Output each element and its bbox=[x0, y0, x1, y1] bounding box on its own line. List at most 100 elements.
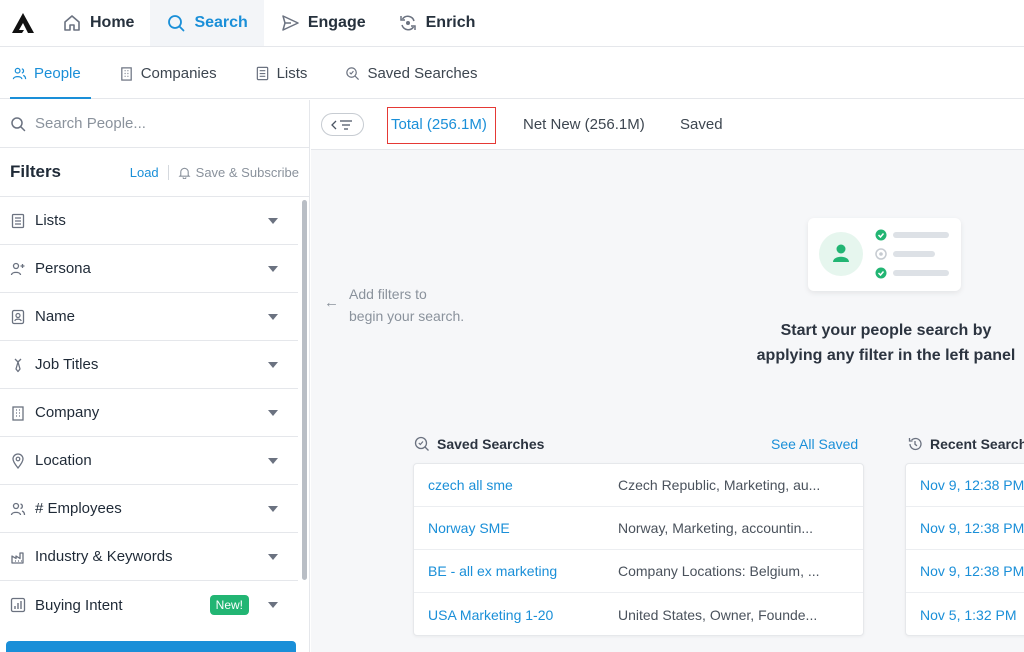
filter-lists[interactable]: Lists bbox=[0, 197, 298, 245]
list-icon bbox=[11, 213, 25, 228]
saved-search-name[interactable]: czech all sme bbox=[414, 477, 618, 493]
building-icon bbox=[120, 66, 132, 81]
prompt-line-1: Start your people search by bbox=[780, 322, 992, 339]
main-content: Total (256.1M) Net New (256.1M) Saved ← … bbox=[311, 100, 1024, 652]
save-subscribe-label: Save & Subscribe bbox=[195, 164, 299, 180]
hint-line-2: begin your search. bbox=[349, 308, 465, 324]
bar-chart-icon bbox=[10, 597, 26, 613]
recent-search-row[interactable]: Nov 9, 12:38 PM bbox=[906, 550, 1024, 593]
filter-industry-keywords-label: Industry & Keywords bbox=[35, 548, 173, 565]
search-icon bbox=[11, 116, 26, 131]
saved-search-check-icon bbox=[414, 436, 429, 451]
empty-state-illustration bbox=[808, 218, 961, 291]
list-icon bbox=[256, 66, 268, 80]
tab-net-new[interactable]: Net New (256.1M) bbox=[523, 116, 645, 133]
filter-lists-label: Lists bbox=[35, 212, 66, 229]
saved-searches-title: Saved Searches bbox=[437, 436, 545, 452]
recent-search-date[interactable]: Nov 5, 1:32 PM bbox=[906, 607, 1017, 623]
tab-saved-searches[interactable]: Saved Searches bbox=[343, 48, 495, 98]
recent-search-date[interactable]: Nov 9, 12:38 PM bbox=[906, 477, 1024, 493]
sub-navigation: People Companies Lists Saved Searches bbox=[0, 48, 1024, 99]
save-subscribe-button[interactable]: Save & Subscribe bbox=[178, 165, 299, 180]
top-navigation: Home Search Engage Enrich bbox=[0, 0, 1024, 47]
factory-icon bbox=[11, 551, 24, 564]
add-filters-hint: ← Add filters to begin your search. bbox=[324, 283, 464, 327]
filters-header: Filters Load Save & Subscribe bbox=[0, 148, 309, 197]
search-icon bbox=[168, 15, 185, 32]
nav-engage-label: Engage bbox=[307, 14, 366, 31]
saved-search-row[interactable]: BE - all ex marketing Company Locations:… bbox=[414, 550, 863, 593]
nav-engage[interactable]: Engage bbox=[264, 0, 382, 46]
tab-saved[interactable]: Saved bbox=[680, 116, 723, 133]
filter-name[interactable]: Name bbox=[0, 293, 298, 341]
filter-company[interactable]: Company bbox=[0, 389, 298, 437]
bell-icon bbox=[178, 167, 191, 179]
saved-search-name[interactable]: Norway SME bbox=[414, 520, 618, 536]
people-icon bbox=[12, 67, 27, 79]
saved-search-desc: Czech Republic, Marketing, au... bbox=[618, 477, 821, 493]
recent-search-date[interactable]: Nov 9, 12:38 PM bbox=[906, 563, 1024, 579]
nav-search-label: Search bbox=[194, 14, 248, 31]
checklist-illustration-icon bbox=[819, 229, 949, 279]
chevron-down-icon bbox=[268, 313, 278, 320]
load-button[interactable]: Load bbox=[130, 164, 169, 180]
filter-panel-scrollbar[interactable] bbox=[302, 200, 307, 580]
filter-buying-intent-label: Buying Intent bbox=[35, 596, 123, 614]
tab-companies[interactable]: Companies bbox=[117, 48, 235, 98]
filter-job-titles[interactable]: Job Titles bbox=[0, 341, 298, 389]
id-card-icon bbox=[11, 309, 25, 324]
tab-people[interactable]: People bbox=[10, 48, 99, 99]
refresh-icon bbox=[399, 15, 416, 31]
nav-home-label: Home bbox=[90, 14, 135, 31]
saved-search-icon bbox=[346, 66, 360, 80]
home-icon bbox=[64, 15, 80, 31]
see-all-saved-link[interactable]: See All Saved bbox=[771, 436, 858, 452]
saved-search-name[interactable]: BE - all ex marketing bbox=[414, 563, 618, 579]
saved-search-row[interactable]: USA Marketing 1-20 United States, Owner,… bbox=[414, 593, 863, 635]
apollo-logo-icon[interactable] bbox=[0, 0, 46, 46]
recent-searches-card: Nov 9, 12:38 PM Nov 9, 12:38 PM Nov 9, 1… bbox=[905, 463, 1024, 636]
filter-persona[interactable]: Persona bbox=[0, 245, 298, 293]
filter-location-label: Location bbox=[35, 452, 92, 469]
nav-home[interactable]: Home bbox=[46, 0, 150, 46]
tab-total[interactable]: Total (256.1M) bbox=[391, 116, 487, 133]
filter-persona-label: Persona bbox=[35, 260, 91, 277]
recent-searches-heading: Recent Searches bbox=[907, 436, 1024, 452]
hint-line-1: Add filters to bbox=[349, 286, 427, 302]
filter-employees-label: # Employees bbox=[35, 500, 122, 517]
tab-lists[interactable]: Lists bbox=[253, 48, 326, 98]
empty-state-prompt: Start your people search by applying any… bbox=[736, 318, 1024, 368]
tab-saved-searches-label: Saved Searches bbox=[367, 64, 478, 82]
collapse-filters-button[interactable] bbox=[321, 113, 364, 136]
arrow-left-icon: ← bbox=[324, 294, 339, 311]
people-icon bbox=[10, 502, 26, 515]
search-people-placeholder: Search People... bbox=[35, 115, 146, 132]
more-filters-button[interactable] bbox=[6, 641, 296, 652]
saved-search-name[interactable]: USA Marketing 1-20 bbox=[414, 607, 618, 623]
recent-search-row[interactable]: Nov 9, 12:38 PM bbox=[906, 464, 1024, 507]
nav-search[interactable]: Search bbox=[150, 0, 264, 46]
filter-buying-intent[interactable]: Buying Intent New! bbox=[0, 581, 298, 629]
saved-search-desc: United States, Owner, Founde... bbox=[618, 606, 818, 623]
recent-search-row[interactable]: Nov 9, 12:38 PM bbox=[906, 507, 1024, 550]
tab-people-label: People bbox=[34, 64, 81, 82]
saved-search-row[interactable]: czech all sme Czech Republic, Marketing,… bbox=[414, 464, 863, 507]
filter-location[interactable]: Location bbox=[0, 437, 298, 485]
chevron-down-icon bbox=[268, 217, 278, 224]
prompt-line-2: applying any filter in the left panel bbox=[756, 347, 1016, 364]
collapse-filter-icon bbox=[330, 119, 352, 130]
filter-company-label: Company bbox=[35, 404, 100, 421]
filter-employees[interactable]: # Employees bbox=[0, 485, 298, 533]
history-icon bbox=[908, 437, 922, 451]
saved-search-row[interactable]: Norway SME Norway, Marketing, accountin.… bbox=[414, 507, 863, 550]
search-people-input[interactable]: Search People... bbox=[0, 100, 309, 148]
recent-search-date[interactable]: Nov 9, 12:38 PM bbox=[906, 520, 1024, 536]
nav-enrich[interactable]: Enrich bbox=[382, 0, 492, 46]
results-tabbar: Total (256.1M) Net New (256.1M) Saved bbox=[311, 100, 1024, 150]
recent-search-row[interactable]: Nov 5, 1:32 PM bbox=[906, 593, 1024, 635]
filter-industry-keywords[interactable]: Industry & Keywords bbox=[0, 533, 298, 581]
building-icon bbox=[12, 405, 24, 421]
filters-title: Filters bbox=[10, 162, 62, 181]
chevron-down-icon bbox=[268, 361, 278, 368]
new-badge: New! bbox=[209, 595, 249, 615]
